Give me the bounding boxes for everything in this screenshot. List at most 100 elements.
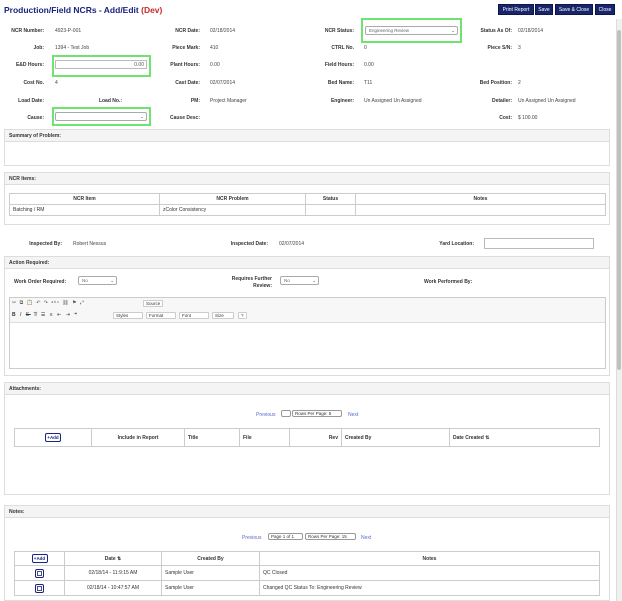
redo-icon[interactable]: ↷ (44, 300, 49, 306)
note-text: Changed QC Status To: Engineering Review (259, 580, 600, 596)
field-hours-value: 0.00 (364, 62, 374, 68)
job-label: Job: (33, 45, 44, 51)
col-date-created[interactable]: Date Created ⇅ (449, 428, 600, 447)
action-title: Action Required: (9, 260, 50, 266)
note-date: 02/18/14 - 10:47:57 AM (64, 580, 162, 596)
chevron-down-icon: ⌄ (110, 278, 114, 283)
ed-hours-label: E&D Hours: (15, 62, 44, 68)
indent-icon[interactable]: ⇥ (66, 312, 72, 318)
attachments-section-header (4, 382, 610, 395)
status-as-of-value: 02/18/2014 (518, 28, 544, 34)
attachments-next-link[interactable]: Next (348, 412, 358, 418)
ncr-status-select[interactable]: Engineering Review ⌄ (365, 26, 458, 35)
table-row[interactable]: 02/18/14 - 10:47:57 AM Sample User Chang… (14, 580, 600, 596)
ncr-items-title: NCR Items: (9, 176, 36, 182)
strike-icon[interactable]: S (26, 312, 31, 318)
outdent-icon[interactable]: ⇤ (57, 312, 63, 318)
cast-date-label: Cast Date: (175, 80, 200, 86)
yard-location-input[interactable] (484, 238, 594, 249)
italic-icon[interactable]: I (20, 312, 23, 318)
job-value: 1394 - Test Job (55, 45, 90, 51)
flag-icon[interactable]: ⚑ (72, 300, 77, 306)
paste-icon[interactable]: 📋 (27, 300, 34, 306)
notes-next-link[interactable]: Next (361, 535, 371, 541)
piece-mark-value: 410 (210, 45, 219, 51)
attachments-rows-per-page-select[interactable]: Rows Per Page: 5 (292, 410, 342, 417)
plant-hours-label: Plant Hours: (170, 62, 200, 68)
edit-note-icon[interactable] (35, 568, 44, 578)
table-row[interactable]: Batching / RM zColor Consistency (9, 204, 606, 216)
bed-position-label: Bed Position: (479, 80, 512, 86)
ncr-items-section-header (4, 172, 610, 185)
notes-page-select[interactable]: Page 1 of 1 (268, 533, 303, 540)
environment-badge: (Dev) (141, 5, 163, 15)
table-row[interactable]: 02/18/14 - 11:9:15 AM Sample User QC Clo… (14, 565, 600, 581)
ordered-list-icon[interactable]: ☰ (41, 312, 47, 318)
ncr-items-table: NCR Item NCR Problem Status Notes Batchi… (9, 193, 606, 216)
spellcheck-icon[interactable]: ᵃᵇᶜ (51, 300, 60, 306)
clear-format-icon[interactable]: T̸ (33, 312, 38, 318)
ctrl-no-value: 0 (364, 45, 367, 51)
further-review-select[interactable]: No ⌄ (280, 276, 319, 285)
editor-help-button[interactable]: ? (238, 312, 247, 319)
maximize-icon[interactable]: ⤢ (80, 300, 85, 306)
close-button[interactable]: Close (595, 4, 615, 15)
col-notes: Notes (259, 551, 600, 566)
bullet-list-icon[interactable]: ≡ (50, 312, 54, 318)
save-button[interactable]: Save (535, 4, 553, 15)
editor-source-button[interactable]: Source (143, 300, 164, 307)
note-date: 02/18/14 - 11:9:15 AM (64, 565, 162, 581)
scrollbar-thumb[interactable] (617, 30, 621, 370)
undo-icon[interactable]: ↶ (36, 300, 41, 306)
cell-notes (355, 204, 606, 216)
notes-rows-per-page-select[interactable]: Rows Per Page: 15 (305, 533, 356, 540)
cost-no-label: Cost No. (23, 80, 44, 86)
edit-note-icon[interactable] (35, 583, 44, 593)
copy-icon[interactable]: ⧉ (20, 300, 25, 306)
plant-hours-value: 0.00 (210, 62, 220, 68)
notes-prev-link[interactable]: Previous (242, 535, 261, 541)
col-created-by: Created By (161, 551, 260, 566)
work-order-select[interactable]: No ⌄ (78, 276, 117, 285)
ncr-number-value: 4923-P-001 (55, 28, 82, 34)
piece-sn-label: Piece S/N: (487, 45, 512, 51)
bed-name-label: Bed Name: (327, 80, 354, 86)
blockquote-icon[interactable]: ❝ (74, 312, 78, 318)
cell-ncr-item: Batching / RM (9, 204, 160, 216)
cell-ncr-problem: zColor Consistency (159, 204, 306, 216)
add-note-button[interactable]: +Add (31, 554, 48, 563)
note-created-by: Sample User (161, 580, 260, 596)
detailer-label: Detailer: (491, 98, 512, 104)
action-section-header (4, 256, 610, 269)
editor-font-select[interactable]: Font (179, 312, 209, 319)
col-date[interactable]: Date ⇅ (64, 551, 162, 566)
bold-icon[interactable]: B (12, 312, 17, 318)
note-text: QC Closed (259, 565, 600, 581)
editor-styles-select[interactable]: Styles (113, 312, 143, 319)
bed-name-value: T11 (364, 80, 373, 86)
attachments-page-select[interactable] (281, 410, 291, 417)
detailer-value: Un Assigned Un Assigned (518, 98, 576, 104)
link-icon[interactable]: ⛓ (62, 300, 69, 306)
col-file: File (239, 428, 290, 447)
cause-select[interactable]: ⌄ (55, 112, 147, 121)
engineer-label: Engineer: (330, 98, 354, 104)
col-notes: Notes (355, 193, 606, 205)
sort-icon[interactable]: ⇅ (485, 435, 489, 441)
status-as-of-label: Status As Of: (480, 28, 512, 34)
attachments-prev-link[interactable]: Previous (256, 412, 275, 418)
attachments-add-cell: +Add (14, 428, 92, 447)
ctrl-no-label: CTRL No. (331, 45, 354, 51)
piece-mark-label: Piece Mark: (172, 45, 200, 51)
save-close-button[interactable]: Save & Close (555, 4, 593, 15)
editor-size-select[interactable]: Size (212, 312, 234, 319)
print-report-button[interactable]: Print Report (498, 4, 534, 15)
summary-body[interactable] (4, 142, 610, 166)
add-attachment-button[interactable]: +Add (45, 433, 61, 442)
sort-icon[interactable]: ⇅ (117, 556, 121, 562)
cut-icon[interactable]: ✂ (12, 300, 17, 306)
editor-format-select[interactable]: Format (146, 312, 176, 319)
load-no-label: Load No.: (98, 98, 122, 104)
editor-content-area[interactable] (10, 322, 605, 368)
ed-hours-input[interactable]: 0.00 (55, 60, 147, 69)
